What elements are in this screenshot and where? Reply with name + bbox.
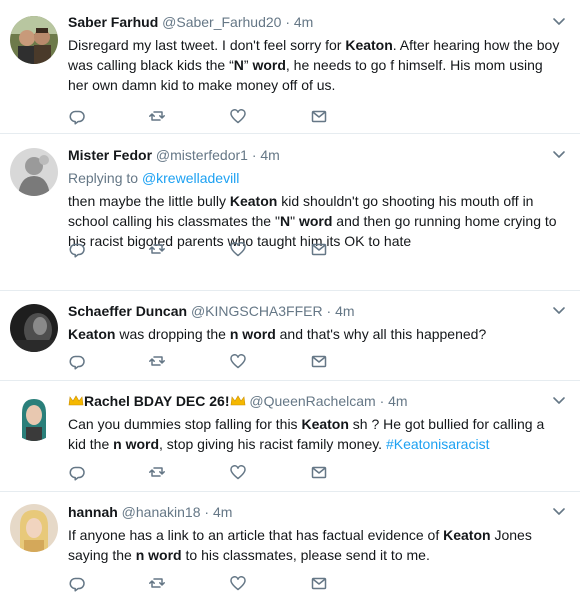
hashtag-link[interactable]: #Keatonisaracist	[386, 436, 490, 452]
highlighted-keyword: Keaton	[301, 416, 349, 432]
separator: ·	[251, 147, 257, 163]
timestamp[interactable]: 4m	[294, 14, 313, 30]
reply-icon[interactable]	[68, 463, 86, 481]
highlighted-keyword: word	[298, 213, 333, 229]
like-icon[interactable]	[229, 574, 247, 592]
highlighted-keyword: n word	[135, 547, 182, 563]
tweet-feed: Saber Farhud @Saber_Farhud20 · 4m Disreg…	[0, 0, 580, 599]
separator: ·	[285, 14, 290, 30]
reply-icon[interactable]	[68, 574, 86, 592]
avatar[interactable]	[10, 304, 58, 352]
retweet-icon[interactable]	[148, 463, 166, 481]
retweet-icon[interactable]	[148, 352, 166, 370]
retweet-icon[interactable]	[148, 240, 166, 258]
message-icon[interactable]	[310, 463, 328, 481]
highlighted-keyword: N	[233, 57, 244, 73]
replying-to-link[interactable]: @krewelladevill	[142, 170, 239, 186]
highlighted-keyword: n word	[113, 436, 160, 452]
timestamp[interactable]: 4m	[213, 504, 232, 520]
retweet-icon[interactable]	[148, 574, 166, 592]
reply-icon[interactable]	[68, 107, 86, 125]
replying-to-label: Replying to	[68, 170, 142, 186]
like-icon[interactable]	[229, 352, 247, 370]
crown-icon	[230, 395, 246, 407]
tweet-text-segment: then maybe the little bully	[68, 193, 230, 209]
tweet-header: Rachel BDAY DEC 26! @QueenRachelcam · 4m	[68, 392, 566, 411]
chevron-down-icon[interactable]	[552, 14, 566, 28]
tweet-text-segment: If anyone has a link to an article that …	[68, 527, 444, 543]
display-name[interactable]: Schaeffer Duncan	[68, 303, 187, 319]
crown-icon	[68, 395, 84, 407]
separator: ·	[326, 303, 332, 319]
tweet-text-segment: and that's why all this happened?	[275, 326, 487, 342]
like-icon[interactable]	[229, 463, 247, 481]
highlighted-keyword: n word	[229, 326, 276, 342]
message-icon[interactable]	[310, 240, 328, 258]
display-name[interactable]: Rachel BDAY DEC 26!	[84, 393, 230, 409]
user-handle[interactable]: @hanakin18	[122, 504, 201, 520]
highlighted-keyword: word	[252, 57, 286, 73]
timestamp[interactable]: 4m	[388, 393, 407, 409]
chevron-down-icon[interactable]	[552, 303, 566, 317]
replying-to: Replying to @krewelladevill	[68, 169, 566, 188]
message-icon[interactable]	[310, 107, 328, 125]
tweet[interactable]: hannah @hanakin18 · 4m If anyone has a l…	[0, 492, 580, 599]
avatar[interactable]	[10, 148, 58, 196]
tweet[interactable]: Schaeffer Duncan @KINGSCHA3FFER · 4m Kea…	[0, 291, 580, 381]
tweet-text-segment: "	[290, 213, 299, 229]
tweet[interactable]: Rachel BDAY DEC 26! @QueenRachelcam · 4m…	[0, 381, 580, 492]
message-icon[interactable]	[310, 352, 328, 370]
chevron-down-icon[interactable]	[552, 504, 566, 518]
retweet-icon[interactable]	[148, 107, 166, 125]
timestamp[interactable]: 4m	[335, 303, 354, 319]
tweet-text-segment: Can you dummies stop falling for this	[68, 416, 302, 432]
highlighted-keyword: Keaton	[345, 37, 393, 53]
avatar[interactable]	[10, 504, 58, 552]
reply-icon[interactable]	[68, 352, 86, 370]
tweet-text-segment: was dropping the	[115, 326, 230, 342]
separator: ·	[379, 393, 385, 409]
display-name[interactable]: hannah	[68, 504, 118, 520]
tweet-text: If anyone has a link to an article that …	[68, 525, 566, 565]
user-handle[interactable]: @misterfedor1	[156, 147, 248, 163]
highlighted-keyword: Keaton	[68, 326, 116, 342]
highlighted-keyword: N	[279, 213, 291, 229]
message-icon[interactable]	[310, 574, 328, 592]
tweet-text-segment: , stop giving his racist family money.	[159, 436, 386, 452]
tweet-header: Mister Fedor @misterfedor1 · 4m	[68, 146, 566, 165]
tweet[interactable]: Mister Fedor @misterfedor1 · 4m Replying…	[0, 134, 580, 291]
tweet-text: Keaton was dropping the n word and that'…	[68, 324, 566, 344]
tweet-header: Schaeffer Duncan @KINGSCHA3FFER · 4m	[68, 302, 566, 321]
chevron-down-icon[interactable]	[552, 393, 566, 407]
user-handle[interactable]: @KINGSCHA3FFER	[191, 303, 323, 319]
display-name[interactable]: Mister Fedor	[68, 147, 152, 163]
reply-icon[interactable]	[68, 240, 86, 258]
tweet-text-segment: to his classmates, please send it to me.	[181, 547, 430, 563]
chevron-down-icon[interactable]	[552, 147, 566, 161]
highlighted-keyword: Keaton	[443, 527, 491, 543]
like-icon[interactable]	[229, 107, 247, 125]
like-icon[interactable]	[229, 240, 247, 258]
highlighted-keyword: Keaton	[229, 193, 278, 209]
avatar[interactable]	[10, 393, 58, 441]
separator: ·	[204, 504, 210, 520]
display-name[interactable]: Saber Farhud	[68, 14, 158, 30]
tweet-text: Disregard my last tweet. I don't feel so…	[68, 35, 566, 95]
avatar[interactable]	[10, 16, 58, 64]
tweet-header: hannah @hanakin18 · 4m	[68, 503, 566, 522]
tweet[interactable]: Saber Farhud @Saber_Farhud20 · 4m Disreg…	[0, 0, 580, 134]
tweet-header: Saber Farhud @Saber_Farhud20 · 4m	[68, 13, 566, 32]
tweet-text: Can you dummies stop falling for this Ke…	[68, 414, 566, 454]
user-handle[interactable]: @Saber_Farhud20	[162, 14, 281, 30]
timestamp[interactable]: 4m	[260, 147, 279, 163]
user-handle[interactable]: @QueenRachelcam	[249, 393, 375, 409]
tweet-text-segment: Disregard my last tweet. I don't feel so…	[68, 37, 346, 53]
